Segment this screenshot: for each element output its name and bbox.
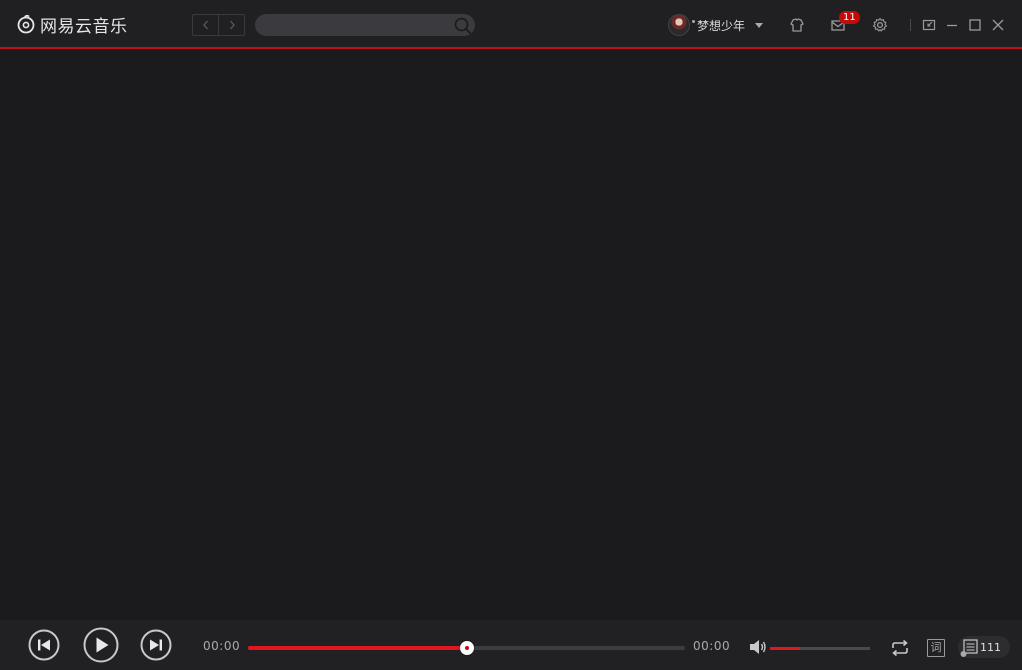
back-button[interactable] (193, 15, 218, 35)
loop-icon (892, 639, 908, 657)
volume-slider[interactable] (770, 647, 870, 650)
lyric-button[interactable]: 词 (927, 639, 945, 657)
chevron-right-icon (229, 20, 235, 30)
maximize-button[interactable] (966, 16, 984, 34)
volume-button[interactable] (747, 637, 769, 657)
user-name[interactable]: 梦想少年 (697, 17, 745, 34)
mini-mode-button[interactable] (920, 16, 938, 34)
main-content (0, 49, 1022, 620)
skin-button[interactable] (788, 16, 806, 34)
chevron-left-icon (202, 20, 208, 30)
mini-mode-icon (922, 19, 936, 31)
search-button[interactable] (454, 17, 472, 35)
search-icon (454, 17, 472, 35)
minimize-button[interactable] (943, 16, 961, 34)
netease-logo-icon (17, 14, 35, 34)
playlist-button[interactable]: 111 (958, 636, 1010, 658)
vip-dot-icon (692, 19, 695, 23)
total-time: 00:00 (693, 639, 731, 653)
player-bar: 00:00 00:00 词 111 (0, 620, 1022, 670)
playlist-icon (960, 639, 978, 657)
previous-icon (28, 629, 60, 661)
gear-icon (872, 17, 888, 32)
avatar[interactable] (668, 14, 690, 36)
progress-handle[interactable] (460, 641, 474, 655)
settings-button[interactable] (871, 16, 889, 34)
play-icon (83, 627, 119, 663)
previous-button[interactable] (28, 629, 60, 661)
next-icon (140, 629, 172, 661)
app-logo[interactable]: 网易云音乐 (16, 12, 128, 37)
search-box (255, 14, 475, 36)
play-button[interactable] (83, 627, 119, 663)
header-divider (910, 19, 911, 31)
close-icon (992, 19, 1004, 31)
playlist-count: 111 (980, 641, 1001, 654)
close-button[interactable] (989, 16, 1007, 34)
app-name: 网易云音乐 (40, 16, 128, 37)
progress-fill (248, 646, 467, 650)
loop-button[interactable] (889, 638, 911, 658)
message-badge: 11 (839, 11, 860, 24)
title-bar: 网易云音乐 梦想少年 11 (0, 0, 1022, 47)
forward-button[interactable] (218, 15, 244, 35)
maximize-icon (969, 19, 981, 31)
tshirt-icon (790, 18, 804, 32)
progress-bar[interactable] (248, 641, 685, 655)
current-time: 00:00 (203, 639, 241, 653)
next-button[interactable] (140, 629, 172, 661)
caret-down-icon[interactable] (755, 22, 764, 28)
search-input[interactable] (267, 16, 447, 34)
volume-fill (770, 647, 800, 650)
volume-icon (750, 640, 766, 654)
user-menu[interactable]: 梦想少年 (668, 13, 764, 37)
minimize-icon (947, 24, 957, 27)
history-nav (192, 14, 245, 36)
